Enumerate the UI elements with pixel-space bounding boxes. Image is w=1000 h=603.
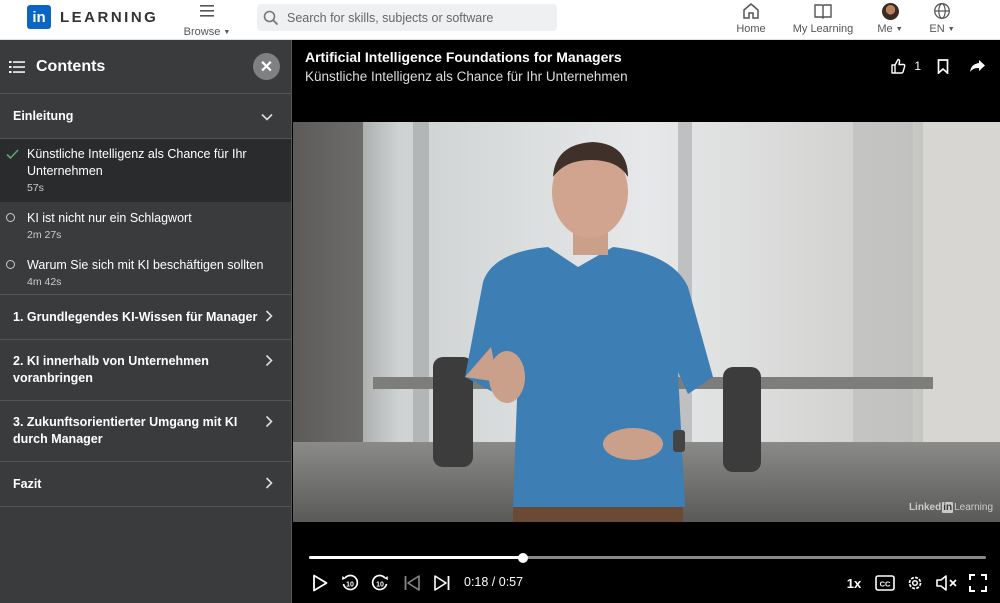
play-icon bbox=[313, 574, 328, 592]
bookmark-button[interactable] bbox=[937, 58, 949, 74]
volume-muted-icon bbox=[936, 575, 957, 591]
section-label: Einleitung bbox=[13, 109, 74, 123]
list-icon bbox=[9, 60, 25, 73]
lesson-title: KI ist nicht nur ein Schlagwort bbox=[27, 211, 192, 225]
avatar bbox=[881, 2, 899, 20]
share-icon bbox=[970, 60, 985, 72]
search-input[interactable] bbox=[287, 10, 537, 25]
nav-home[interactable]: Home bbox=[735, 0, 767, 40]
search-bar[interactable] bbox=[257, 4, 557, 31]
close-sidebar-button[interactable]: ✕ bbox=[253, 53, 280, 80]
unwatched-circle-icon bbox=[6, 213, 15, 222]
rewind-10-icon: 10 bbox=[342, 574, 359, 591]
chevron-right-icon bbox=[265, 476, 273, 492]
lesson-title: Künstliche Intelligenz als Chance für Ih… bbox=[27, 147, 247, 178]
lesson-item[interactable]: Künstliche Intelligenz als Chance für Ih… bbox=[0, 139, 291, 202]
closed-captions-icon: CC bbox=[875, 575, 895, 591]
hamburger-icon bbox=[200, 5, 214, 17]
linkedin-logo-mark: in bbox=[27, 5, 51, 29]
close-icon: ✕ bbox=[259, 58, 274, 76]
section-fazit[interactable]: Fazit bbox=[0, 462, 291, 507]
caret-down-icon: ▼ bbox=[223, 29, 231, 36]
fullscreen-icon bbox=[969, 574, 987, 592]
video-frame[interactable]: Linked in Learning bbox=[293, 122, 1000, 522]
video-player: Artificial Intelligence Foundations for … bbox=[293, 40, 1000, 603]
nav-home-label: Home bbox=[736, 23, 766, 35]
lesson-duration: 2m 27s bbox=[27, 229, 62, 241]
lesson-item[interactable]: KI ist nicht nur ein Schlagwort 2m 27s bbox=[0, 202, 291, 249]
logo-text: LEARNING bbox=[60, 8, 159, 26]
lesson-item[interactable]: Warum Sie sich mit KI beschäftigen sollt… bbox=[0, 249, 291, 295]
fullscreen-button[interactable] bbox=[967, 572, 989, 594]
chevron-right-icon bbox=[265, 415, 273, 432]
bookmark-icon bbox=[937, 58, 949, 74]
captions-button[interactable]: CC bbox=[873, 572, 897, 594]
progress-handle[interactable] bbox=[517, 552, 528, 563]
checkmark-icon bbox=[6, 149, 19, 163]
search-icon bbox=[263, 10, 279, 25]
previous-button[interactable] bbox=[401, 572, 423, 594]
chevron-down-icon bbox=[261, 108, 273, 124]
video-actions: 1 bbox=[890, 58, 986, 74]
video-scene bbox=[293, 122, 1000, 522]
chevron-right-icon bbox=[265, 354, 273, 371]
mute-button[interactable] bbox=[935, 572, 959, 594]
section-chapter-1[interactable]: 1. Grundlegendes KI-Wissen für Manager bbox=[0, 295, 291, 340]
lesson-duration: 4m 42s bbox=[27, 276, 62, 288]
svg-text:10: 10 bbox=[376, 581, 384, 588]
linkedin-learning-logo[interactable]: in LEARNING bbox=[27, 5, 158, 29]
settings-button[interactable] bbox=[904, 572, 926, 594]
section-label: 1. Grundlegendes KI-Wissen für Manager bbox=[13, 310, 258, 324]
like-count: 1 bbox=[914, 59, 921, 73]
rewind-10-button[interactable]: 10 bbox=[339, 572, 361, 594]
gear-icon bbox=[908, 576, 922, 590]
section-chapter-2[interactable]: 2. KI innerhalb von Unternehmen voranbri… bbox=[0, 340, 291, 401]
book-icon bbox=[814, 4, 832, 19]
nav-me-label: Me bbox=[877, 23, 893, 35]
nav-me[interactable]: Me ▼ bbox=[872, 0, 908, 40]
play-button[interactable] bbox=[309, 572, 331, 594]
section-label: 3. Zukunftsorientierter Umgang mit KI du… bbox=[13, 415, 238, 446]
skip-next-icon bbox=[434, 575, 450, 591]
like-button[interactable]: 1 bbox=[890, 58, 921, 74]
nav-language-label: EN bbox=[929, 23, 945, 35]
time-display: 0:18 / 0:57 bbox=[464, 575, 524, 589]
contents-sidebar: Contents ✕ Einleitung Künstliche Intelli… bbox=[0, 40, 292, 603]
nav-my-learning[interactable]: My Learning bbox=[790, 0, 856, 40]
share-button[interactable] bbox=[969, 59, 986, 73]
course-title: Artificial Intelligence Foundations for … bbox=[305, 49, 622, 65]
browse-button[interactable]: Browse ▼ bbox=[183, 2, 231, 38]
globe-icon bbox=[934, 3, 950, 19]
sidebar-header: Contents ✕ bbox=[0, 40, 291, 94]
unwatched-circle-icon bbox=[6, 260, 15, 269]
forward-10-icon: 10 bbox=[371, 574, 388, 591]
lesson-title: Warum Sie sich mit KI beschäftigen sollt… bbox=[27, 258, 264, 272]
player-controls: 10 10 0:18 / 0:57 1x CC bbox=[293, 570, 1000, 598]
section-chapter-3[interactable]: 3. Zukunftsorientierter Umgang mit KI du… bbox=[0, 401, 291, 462]
skip-previous-icon bbox=[404, 575, 420, 591]
home-icon bbox=[743, 3, 759, 19]
nav-my-learning-label: My Learning bbox=[792, 23, 854, 35]
svg-text:10: 10 bbox=[346, 581, 354, 588]
next-button[interactable] bbox=[431, 572, 453, 594]
sidebar-title: Contents bbox=[36, 57, 106, 75]
forward-10-button[interactable]: 10 bbox=[369, 572, 391, 594]
linkedin-learning-watermark: Linked in Learning bbox=[908, 502, 993, 513]
caret-down-icon: ▼ bbox=[947, 26, 955, 33]
section-label: Fazit bbox=[13, 477, 42, 491]
browse-label: Browse bbox=[183, 26, 221, 38]
chevron-right-icon bbox=[265, 309, 273, 325]
top-nav: in LEARNING Browse ▼ Home My Learning Me… bbox=[0, 0, 1000, 40]
progress-bar[interactable] bbox=[309, 552, 986, 563]
section-einleitung[interactable]: Einleitung bbox=[0, 94, 291, 139]
svg-text:CC: CC bbox=[880, 580, 891, 589]
video-title: Künstliche Intelligenz als Chance für Ih… bbox=[305, 69, 628, 84]
caret-down-icon: ▼ bbox=[895, 26, 903, 33]
section-label: 2. KI innerhalb von Unternehmen voranbri… bbox=[13, 354, 209, 385]
thumbs-up-icon bbox=[891, 58, 906, 74]
playback-speed-button[interactable]: 1x bbox=[843, 572, 865, 594]
nav-language[interactable]: EN ▼ bbox=[925, 0, 959, 40]
lesson-duration: 57s bbox=[27, 182, 44, 194]
progress-fill bbox=[309, 556, 523, 559]
